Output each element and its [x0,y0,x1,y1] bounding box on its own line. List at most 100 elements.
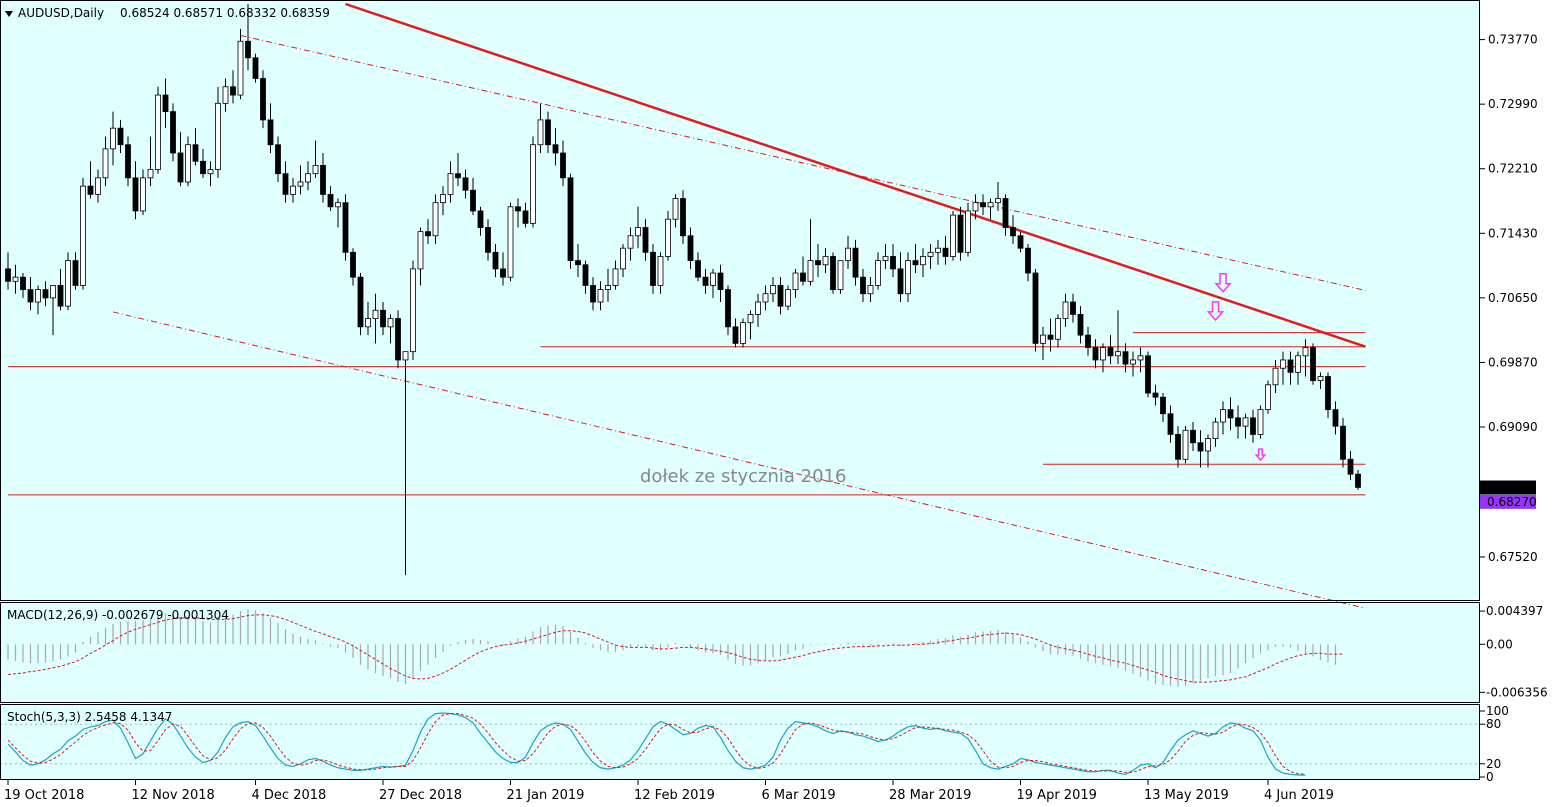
bull-candle [1220,409,1226,423]
bear-candle [1355,473,1361,488]
ohlc-values: 0.68524 0.68571 0.68332 0.68359 [120,6,330,20]
bear-candle [860,276,866,295]
bear-candle [815,260,821,266]
bear-candle [560,152,566,179]
forex-chart[interactable]: 0.73770 0.72990 0.72210 0.71430 0.70650 0.698… [0,0,1552,807]
bull-candle [1265,384,1271,411]
bull-candle [530,144,536,224]
bull-candle [605,285,611,290]
stoch-tick-label: 100 [1486,704,1509,718]
date-tick-label: 13 May 2019 [1144,788,1229,803]
bear-candle [1077,314,1084,336]
bear-candle [425,231,431,237]
bear-candle [1190,429,1196,444]
date-tick-label: 12 Nov 2018 [132,788,215,803]
bull-candle [440,193,446,204]
bear-candle [852,247,859,278]
bear-candle [545,119,551,146]
bull-candle [507,206,514,278]
level-price-label: 0.68270 [1487,495,1537,509]
bear-candle [1167,413,1174,435]
bear-candle [702,276,709,286]
bull-candle [372,309,379,319]
bull-candle [297,181,304,187]
bull-candle [875,260,881,286]
bear-candle [1070,301,1076,315]
bull-candle [80,185,86,286]
price-tick-label: 0.70650 [1488,291,1538,305]
bear-candle [732,326,739,344]
bear-candle [462,177,469,191]
bear-candle [1175,434,1181,460]
bear-candle [177,152,184,183]
bear-candle [87,185,94,195]
bear-candle [395,318,401,361]
bear-candle [942,247,949,257]
bear-candle [477,210,484,228]
bull-candle [147,169,154,179]
bull-candle [597,289,604,303]
bull-candle [1055,318,1061,340]
stoch-pane-bg[interactable] [0,705,1480,779]
bull-candle [987,202,994,208]
bear-candle [1287,359,1294,373]
bear-candle [552,144,559,154]
bull-candle [1280,359,1286,369]
bear-candle [650,251,656,286]
bull-candle [1242,417,1249,427]
bear-candle [20,276,26,290]
bear-candle [1032,272,1039,344]
date-tick-label: 12 Feb 2019 [634,788,715,803]
price-pane-bg[interactable] [0,0,1480,600]
bull-candle [222,86,229,104]
bull-candle [215,102,221,170]
price-tick-label: 0.67520 [1488,550,1538,564]
date-tick-label: 19 Oct 2018 [4,788,84,803]
bull-candle [845,247,851,262]
bull-candle [185,144,191,183]
bull-candle [365,318,371,328]
bull-candle [335,202,341,208]
bull-candle [12,276,19,282]
bear-candle [27,289,34,303]
bull-candle [155,94,161,170]
bear-candle [830,256,836,290]
bull-candle [1212,421,1219,439]
bear-candle [980,202,986,208]
symbol-label[interactable]: AUDUSD,Daily [18,6,104,20]
bear-candle [680,198,686,237]
bull-candle [785,289,791,307]
price-tick-label: 0.69090 [1488,420,1538,434]
stoch-tick-label: 0 [1486,770,1494,784]
bear-candle [800,272,806,282]
price-tick-label: 0.69870 [1488,355,1538,369]
bull-candle [950,214,956,257]
bear-candle [567,177,574,262]
bear-candle [912,260,919,266]
bull-candle [747,314,754,324]
bear-candle [350,251,356,278]
price-tick-label: 0.71430 [1488,226,1538,240]
bear-candle [777,285,784,307]
bear-candle [260,78,266,121]
price-tick-label: 0.73770 [1488,33,1538,47]
bull-candle [1302,347,1309,357]
stoch-label: Stoch(5,3,3) 2.5458 4.1347 [7,710,172,724]
stoch-tick-label: 80 [1486,717,1501,731]
bear-candle [492,251,499,270]
bear-candle [1017,235,1024,249]
bull-candle [822,256,829,266]
bull-candle [672,198,679,220]
bull-candle [740,322,746,344]
bear-candle [470,189,476,212]
bull-candle [1040,334,1046,344]
bull-candle [867,285,874,295]
bear-candle [252,57,259,79]
bull-candle [972,202,979,212]
bear-candle [327,193,334,208]
bear-candle [1340,425,1346,460]
bear-candle [357,276,364,328]
bull-candle [905,260,911,295]
bull-candle [110,127,116,150]
bear-candle [455,173,461,179]
